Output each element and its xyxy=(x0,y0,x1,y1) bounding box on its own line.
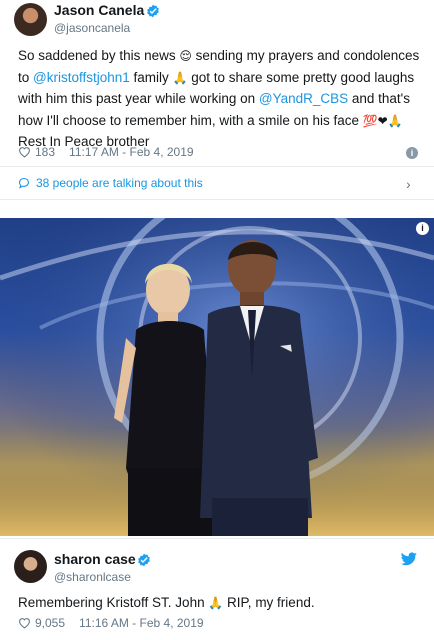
tweet-meta: 9,055 11:16 AM - Feb 4, 2019 xyxy=(18,616,204,630)
twitter-bird-icon[interactable] xyxy=(401,552,417,566)
divider xyxy=(0,166,434,167)
tweet-text-part: family xyxy=(129,69,173,85)
news-photo[interactable]: i xyxy=(0,218,434,536)
tweet-text-part: So saddened by this news xyxy=(18,48,180,63)
author-handle[interactable]: @sharonlcase xyxy=(54,570,131,584)
relieved-face-emoji-icon: 😌 xyxy=(179,49,192,63)
divider xyxy=(0,199,434,200)
hundred-points-emoji-icon: 💯 xyxy=(362,113,378,128)
speech-bubble-icon xyxy=(18,177,30,189)
author-name[interactable]: Jason Canela xyxy=(54,2,144,18)
author-name[interactable]: sharon case xyxy=(54,551,136,567)
timestamp[interactable]: 11:16 AM - Feb 4, 2019 xyxy=(79,616,204,630)
mention-link[interactable]: @YandR_CBS xyxy=(259,91,348,106)
praying-hands-emoji-icon: 🙏 xyxy=(208,596,224,610)
praying-hands-emoji-icon: 🙏 xyxy=(172,70,188,85)
tweet-card-jason: Jason Canela @jasoncanela So saddened by… xyxy=(0,0,434,212)
author-handle[interactable]: @jasoncanela xyxy=(54,21,130,35)
verified-icon xyxy=(138,553,150,567)
info-icon[interactable]: i xyxy=(406,147,418,159)
tweet-text: Remembering Kristoff ST. John 🙏 RIP, my … xyxy=(18,592,418,614)
conversation-label: 38 people are talking about this xyxy=(36,176,203,190)
heart-icon[interactable] xyxy=(18,146,31,158)
praying-hands-emoji-icon: 🙏 xyxy=(387,113,403,128)
avatar[interactable] xyxy=(14,3,47,36)
info-icon[interactable]: i xyxy=(416,222,429,235)
avatar[interactable] xyxy=(14,550,47,583)
like-count[interactable]: 9,055 xyxy=(35,616,65,630)
tweet-text-part: Remembering Kristoff ST. John xyxy=(18,595,209,610)
timestamp[interactable]: 11:17 AM - Feb 4, 2019 xyxy=(69,145,194,159)
chevron-right-icon[interactable]: › xyxy=(406,176,411,192)
like-count[interactable]: 183 xyxy=(35,145,55,159)
tweet-meta: 183 11:17 AM - Feb 4, 2019 xyxy=(18,145,194,159)
photo-illustration xyxy=(0,218,434,536)
conversation-link[interactable]: 38 people are talking about this xyxy=(18,176,203,190)
verified-icon xyxy=(147,4,159,18)
tweet-text: So saddened by this news 😌 sending my pr… xyxy=(18,45,424,153)
mention-link[interactable]: @kristoffstjohn1 xyxy=(33,70,130,85)
tweet-text-part: RIP, my friend. xyxy=(223,595,315,610)
red-heart-emoji-icon: ❤ xyxy=(377,113,388,128)
heart-icon[interactable] xyxy=(18,617,31,629)
